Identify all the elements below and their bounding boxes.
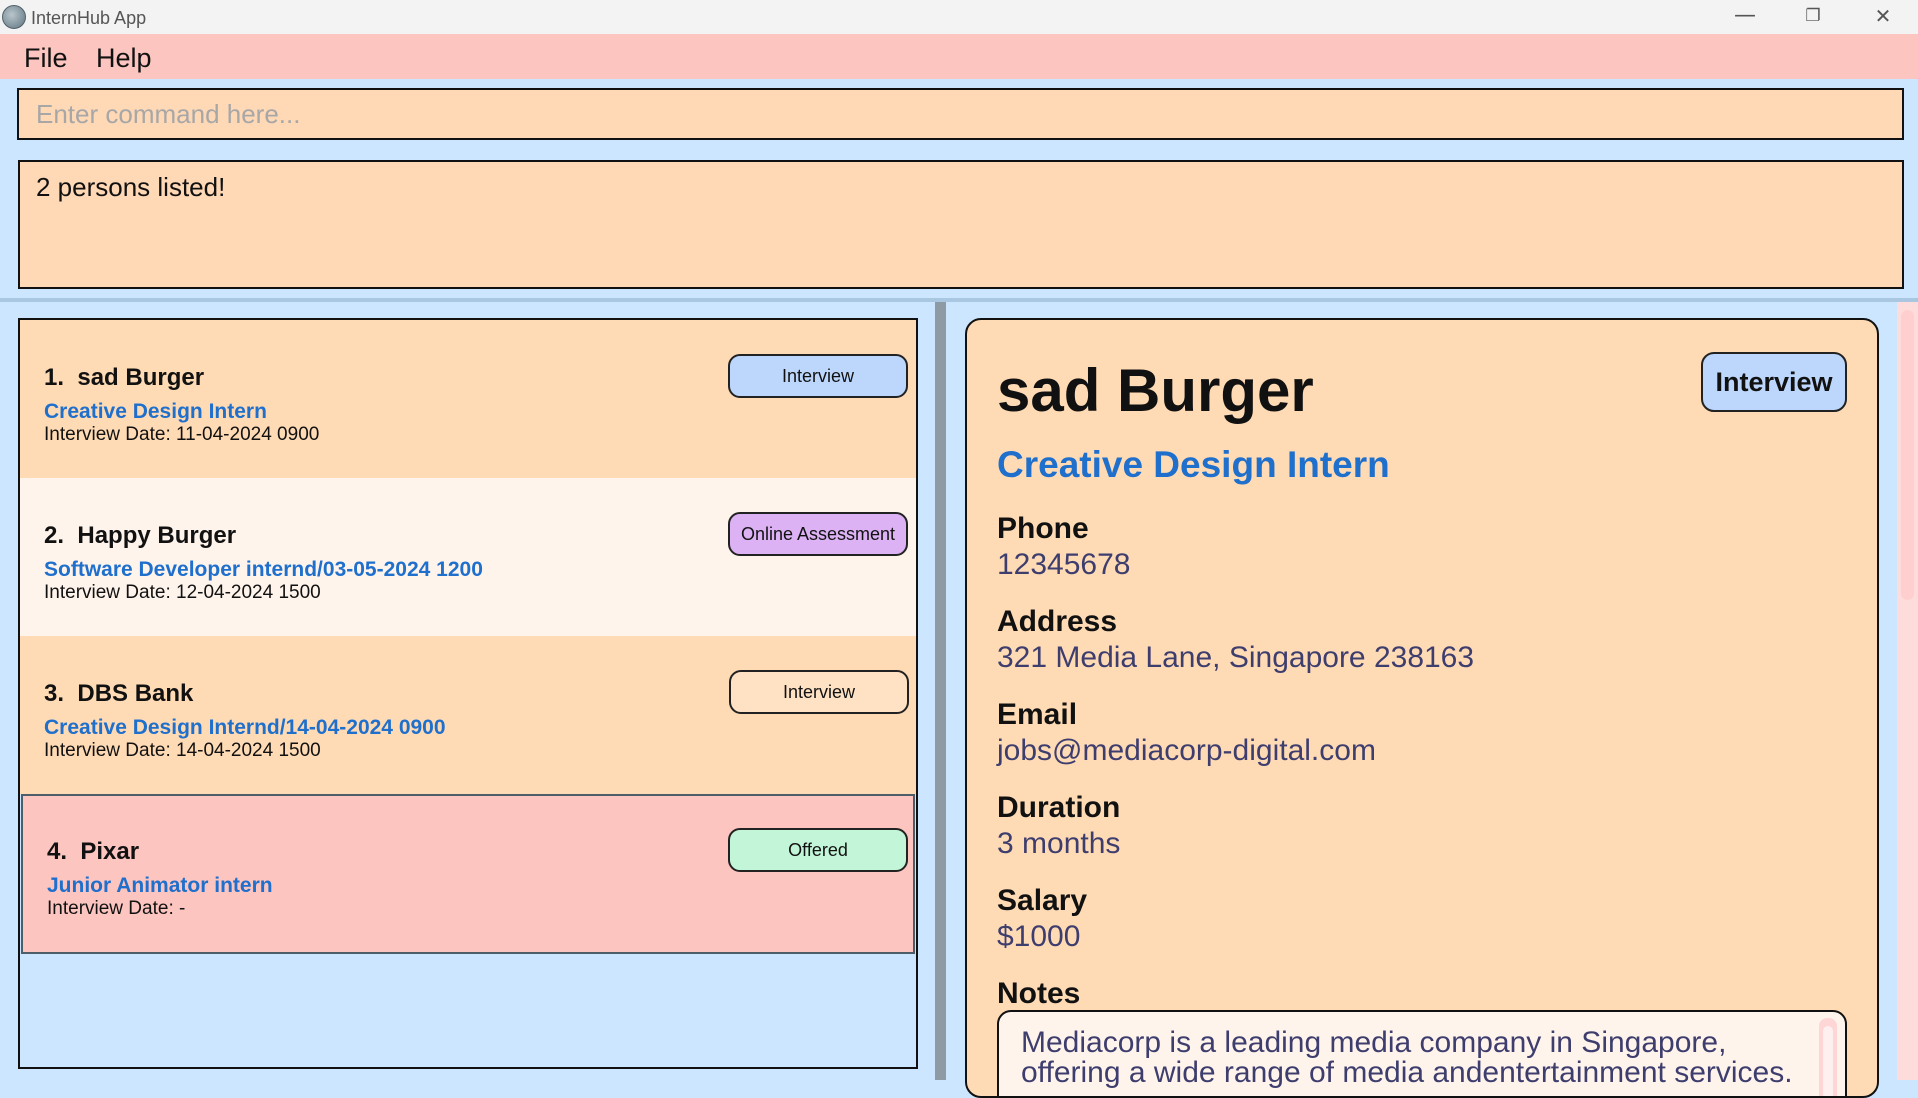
status-badge: Offered [728,828,908,872]
email-value: jobs@mediacorp-digital.com [997,734,1376,767]
status-badge: Interview [729,670,909,714]
list-item-title: 4. Pixar [47,838,139,866]
list-item[interactable]: 1. sad Burger Creative Design Intern Int… [20,320,916,478]
salary-label: Salary [997,884,1088,917]
list-item[interactable]: 3. DBS Bank Creative Design Internd/14-0… [20,636,916,794]
list-item-selected[interactable]: 4. Pixar Junior Animator intern Intervie… [21,794,915,954]
panel-splitter[interactable] [935,302,946,1080]
list-item-role: Creative Design Intern [44,400,267,423]
address-value: 321 Media Lane, Singapore 238163 [997,641,1475,674]
list-item-title: 3. DBS Bank [44,680,193,708]
detail-scrollbar-thumb[interactable] [1901,310,1914,600]
status-badge: Interview [728,354,908,398]
minimize-icon[interactable]: — [1710,0,1780,34]
list-item-role: Software Developer internd/03-05-2024 12… [44,558,483,581]
duration-value: 3 months [997,827,1121,860]
command-input[interactable] [17,88,1904,140]
list-item-role: Creative Design Internd/14-04-2024 0900 [44,716,446,739]
result-text: 2 persons listed! [36,172,226,202]
detail-role: Creative Design Intern [997,444,1390,485]
list-item-date: Interview Date: 11-04-2024 0900 [44,424,320,445]
phone-value: 12345678 [997,548,1131,581]
list-item-date: Interview Date: 12-04-2024 1500 [44,582,321,603]
notes-label: Notes [997,977,1081,1010]
menu-help[interactable]: Help [96,43,152,74]
list-item-name: Happy Burger [77,522,237,549]
list-item-name: sad Burger [77,364,205,391]
email-label: Email [997,698,1078,731]
list-item-name: DBS Bank [77,680,194,707]
notes-scrollbar[interactable] [1819,1018,1837,1096]
address-label: Address [997,605,1118,638]
list-item-index: 2. [44,522,65,549]
list-item-index: 1. [44,364,65,391]
duration-label: Duration [997,791,1121,824]
list-item-title: 1. sad Burger [44,364,204,392]
notes-text: Mediacorp is a leading media company in … [1021,1026,1793,1089]
list-item[interactable]: 2. Happy Burger Software Developer inter… [20,478,916,636]
list-item-title: 2. Happy Burger [44,522,236,550]
list-item-name: Pixar [80,838,140,865]
list-item-role: Junior Animator intern [47,874,273,897]
close-icon[interactable]: ✕ [1848,0,1918,34]
notes-scrollbar-thumb[interactable] [1823,1026,1833,1096]
detail-panel: sad Burger Interview Creative Design Int… [965,318,1879,1098]
list-item-date: Interview Date: - [47,898,186,919]
maximize-icon[interactable]: ❐ [1778,0,1848,34]
list-item-index: 4. [47,838,68,865]
list-item-index: 3. [44,680,65,707]
salary-value: $1000 [997,920,1081,953]
menu-bar: File Help [0,34,1918,79]
title-bar: InternHub App — ❐ ✕ [0,0,1918,34]
window-title: InternHub App [31,8,147,28]
menu-file[interactable]: File [24,43,68,74]
phone-label: Phone [997,512,1089,545]
detail-scrollbar[interactable] [1897,302,1918,1080]
panel-divider [0,298,1918,302]
detail-company-name: sad Burger [997,357,1314,424]
app-logo-icon [2,5,26,29]
internship-list[interactable]: 1. sad Burger Creative Design Intern Int… [18,318,918,1069]
detail-status-badge: Interview [1701,352,1847,412]
list-item-date: Interview Date: 14-04-2024 1500 [44,740,321,761]
result-display: 2 persons listed! [18,160,1904,289]
status-badge: Online Assessment [728,512,908,556]
notes-box[interactable]: Mediacorp is a leading media company in … [997,1010,1847,1096]
